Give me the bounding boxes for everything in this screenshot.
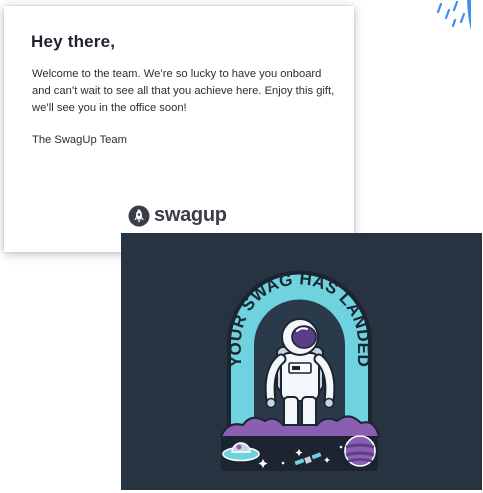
postcard: YOUR SWAG HAS LANDED <box>121 233 482 490</box>
greeting-heading: Hey there, <box>31 32 116 51</box>
welcome-note-card: Hey there, Welcome to the team. We’re so… <box>4 6 354 252</box>
astronaut-badge: YOUR SWAG HAS LANDED <box>219 269 381 471</box>
rain-decoration <box>436 0 471 30</box>
signature: The SwagUp Team <box>32 134 127 146</box>
brand-wordmark: swagup <box>154 204 227 226</box>
welcome-message: Welcome to the team. We’re so lucky to h… <box>32 68 335 114</box>
swagup-logo: swagup <box>128 204 227 227</box>
rocket-icon <box>128 205 150 226</box>
planet-icon <box>344 435 376 467</box>
